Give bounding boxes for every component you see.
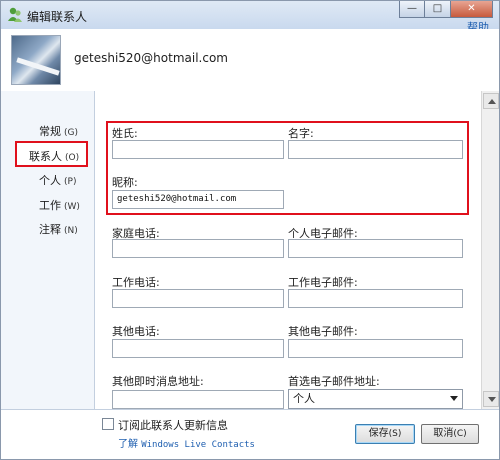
sidebar-item-hotkey: (W) xyxy=(64,202,80,212)
sidebar: 常规 (G) 联系人 (O) 个人 (P) 工作 (W) 注释 (N) xyxy=(1,91,95,409)
sidebar-item-label: 个人 xyxy=(39,174,61,187)
sidebar-item-personal[interactable]: 个人 (P) xyxy=(39,172,76,188)
cancel-button-hotkey: (C) xyxy=(453,429,467,439)
scroll-down-button[interactable] xyxy=(483,391,499,407)
vertical-scrollbar[interactable] xyxy=(481,91,499,409)
contact-header: geteshi520@hotmail.com xyxy=(1,29,499,91)
save-button-hotkey: (S) xyxy=(388,429,402,439)
sidebar-item-label: 联系人 xyxy=(29,150,62,163)
avatar-picture xyxy=(16,57,60,76)
minimize-button[interactable]: — xyxy=(399,1,425,18)
cancel-button[interactable]: 取消(C) xyxy=(421,424,479,444)
work-email-label: 工作电子邮件: xyxy=(288,276,358,289)
other-phone-field[interactable] xyxy=(112,339,284,358)
sidebar-item-work[interactable]: 工作 (W) xyxy=(39,197,80,213)
contact-email: geteshi520@hotmail.com xyxy=(74,51,228,65)
work-phone-label: 工作电话: xyxy=(112,276,160,289)
given-name-label: 名字: xyxy=(288,127,314,140)
surname-label: 姓氏: xyxy=(112,127,138,140)
preferred-email-select[interactable]: 个人 xyxy=(288,389,463,409)
learn-more-target: Windows Live Contacts xyxy=(141,440,255,450)
nickname-field[interactable]: geteshi520@hotmail.com xyxy=(112,190,284,209)
preferred-email-label: 首选电子邮件地址: xyxy=(288,375,380,388)
close-button[interactable]: ✕ xyxy=(451,1,493,18)
arrow-down-icon xyxy=(488,397,496,402)
maximize-button[interactable]: □ xyxy=(425,1,451,18)
cancel-button-label: 取消 xyxy=(433,428,454,439)
sidebar-item-notes[interactable]: 注释 (N) xyxy=(39,221,78,237)
learn-more-prefix: 了解 xyxy=(118,439,138,450)
subscribe-label: 订阅此联系人更新信息 xyxy=(118,419,228,432)
arrow-up-icon xyxy=(488,99,496,104)
home-phone-field[interactable] xyxy=(112,239,284,258)
sidebar-item-label: 常规 xyxy=(39,125,61,138)
window-title: 编辑联系人 xyxy=(27,10,88,24)
sidebar-item-contact[interactable]: 联系人 (O) xyxy=(29,148,79,164)
learn-more-link[interactable]: 了解 Windows Live Contacts xyxy=(118,435,255,450)
window-controls: — □ ✕ xyxy=(399,1,493,19)
sidebar-item-label: 注释 xyxy=(39,223,61,236)
given-name-field[interactable] xyxy=(288,140,463,159)
work-phone-field[interactable] xyxy=(112,289,284,308)
nickname-label: 昵称: xyxy=(112,176,138,189)
surname-field[interactable] xyxy=(112,140,284,159)
sidebar-item-hotkey: (N) xyxy=(64,226,78,236)
edit-contact-window: 编辑联系人 — □ ✕ 帮助 geteshi520@hotmail.com 常规… xyxy=(0,0,500,460)
chevron-down-icon xyxy=(450,396,458,401)
contacts-app-icon xyxy=(8,7,22,22)
sidebar-item-hotkey: (O) xyxy=(65,153,80,163)
title-bar[interactable]: 编辑联系人 — □ ✕ 帮助 xyxy=(1,1,499,34)
sidebar-item-label: 工作 xyxy=(39,199,61,212)
other-phone-label: 其他电话: xyxy=(112,325,160,338)
sidebar-item-general[interactable]: 常规 (G) xyxy=(39,123,78,139)
subscribe-checkbox[interactable] xyxy=(102,418,114,430)
save-button-label: 保存 xyxy=(368,428,389,439)
other-im-label: 其他即时消息地址: xyxy=(112,375,204,388)
work-email-field[interactable] xyxy=(288,289,463,308)
other-im-field[interactable] xyxy=(112,390,284,409)
sidebar-item-hotkey: (P) xyxy=(64,177,77,187)
personal-email-field[interactable] xyxy=(288,239,463,258)
preferred-email-value: 个人 xyxy=(293,392,315,405)
other-email-label: 其他电子邮件: xyxy=(288,325,358,338)
avatar[interactable] xyxy=(11,35,61,85)
sidebar-item-hotkey: (G) xyxy=(64,128,78,138)
other-email-field[interactable] xyxy=(288,339,463,358)
save-button[interactable]: 保存(S) xyxy=(355,424,415,444)
scroll-up-button[interactable] xyxy=(483,93,499,109)
